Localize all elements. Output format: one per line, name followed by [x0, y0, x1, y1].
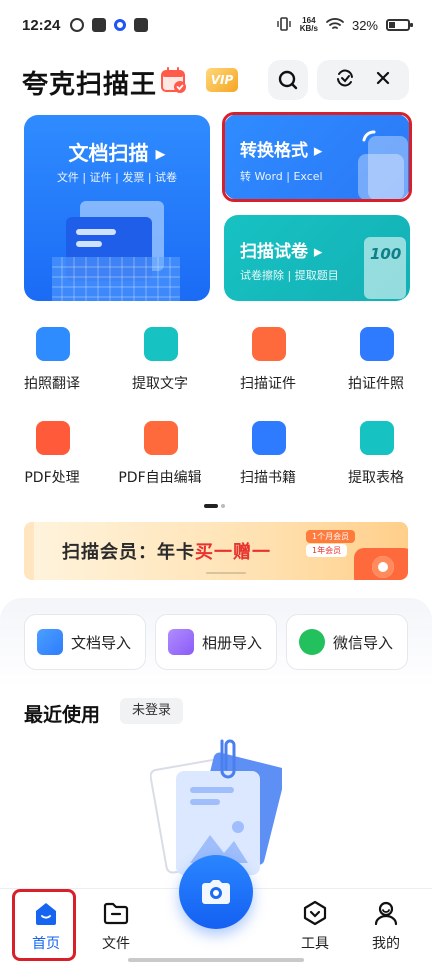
tools-icon [303, 900, 327, 926]
empty-state-illustration [149, 735, 286, 875]
tiktok-notification-icon [134, 18, 149, 32]
nav-mine[interactable]: 我的 [356, 895, 416, 955]
exam-sheet-score: 100 [370, 245, 402, 263]
shortcut-icon[interactable] [334, 67, 356, 93]
exam-sheet-illustration: 100 [364, 237, 406, 299]
tool-item[interactable]: 扫描书籍 [216, 421, 320, 501]
tool-label: 提取表格 [348, 470, 404, 486]
tool-item[interactable]: PDF处理 [0, 421, 104, 501]
translate-icon [36, 327, 70, 361]
status-bar: 12:24 164 KB/s 32% [0, 0, 432, 50]
check-in-calendar-icon[interactable] [160, 66, 188, 94]
nav-mine-label: 我的 [372, 936, 400, 952]
tool-label: 扫描书籍 [240, 470, 296, 486]
battery-percent: 32% [351, 17, 378, 33]
search-icon [278, 70, 298, 90]
wechat-import-icon [299, 629, 325, 655]
wechat-import-button[interactable]: 微信导入 [286, 614, 408, 670]
nav-tools-label: 工具 [301, 936, 329, 952]
tool-label: 扫描证件 [240, 376, 296, 392]
recent-title: 最近使用 [24, 704, 101, 726]
status-time: 12:24 [22, 16, 61, 34]
album-import-button[interactable]: 相册导入 [155, 614, 277, 670]
nav-tools[interactable]: 工具 [285, 895, 345, 955]
nav-home-highlight [12, 889, 76, 961]
tools-pager [204, 504, 226, 508]
banner-indicator [206, 572, 246, 574]
home-indicator [128, 958, 304, 962]
app-title: 夸克扫描王 [22, 70, 158, 100]
vip-badge[interactable]: VIP [206, 68, 238, 92]
id-photo-icon [360, 327, 394, 361]
wifi-icon [326, 17, 344, 34]
pdf-edit-icon [144, 421, 178, 455]
app-header: 夸克扫描王 VIP [0, 52, 432, 108]
tool-label: PDF自由编辑 [118, 470, 202, 486]
tool-label: 拍证件照 [348, 376, 404, 392]
doc-import-button[interactable]: 文档导入 [24, 614, 146, 670]
wechat-import-label: 微信导入 [333, 633, 394, 652]
id-card-icon [252, 327, 286, 361]
status-right: 164 KB/s 32% [276, 16, 413, 35]
book-icon [252, 421, 286, 455]
table-extract-icon [360, 421, 394, 455]
tool-item[interactable]: 拍证件照 [324, 327, 428, 407]
exam-scan-card[interactable]: 扫描试卷 ▸ 试卷擦除 | 提取题目 100 [224, 215, 410, 301]
doc-scan-subtitle: 文件 | 证件 | 发票 | 试卷 [56, 171, 178, 184]
tool-item[interactable]: PDF自由编辑 [108, 421, 212, 501]
miniapp-capsule [317, 60, 409, 100]
tool-item[interactable]: 拍照翻译 [0, 327, 104, 407]
status-notification-icons [70, 18, 149, 32]
tool-item[interactable]: 扫描证件 [216, 327, 320, 407]
banner-text: 扫描会员：年卡买一赠一 [62, 542, 271, 563]
document-import-icon [37, 629, 63, 655]
banner-chip-month: 1个月会员 [306, 530, 356, 543]
nav-files-label: 文件 [102, 936, 130, 952]
vibrate-icon [276, 16, 292, 35]
document-clip-icon [149, 739, 286, 875]
convert-format-highlight [222, 112, 412, 202]
text-extract-icon [144, 327, 178, 361]
net-speed: 164 KB/s [299, 16, 318, 33]
wechat-notification-icon [92, 18, 107, 32]
quark-notification-icon [114, 19, 127, 31]
tool-label: 提取文字 [132, 376, 188, 392]
not-logged-in-tag[interactable]: 未登录 [120, 698, 184, 724]
exam-scan-subtitle: 试卷擦除 | 提取题目 [240, 269, 339, 282]
tool-label: 拍照翻译 [24, 376, 80, 392]
tool-item[interactable]: 提取表格 [324, 421, 428, 501]
album-import-icon [168, 629, 194, 655]
pdf-icon [36, 421, 70, 455]
profile-icon [374, 901, 398, 926]
notification-app-icon [70, 18, 85, 32]
tool-item[interactable]: 提取文字 [108, 327, 212, 407]
folder-icon [103, 902, 129, 925]
tool-label: PDF处理 [24, 470, 80, 486]
search-button[interactable] [268, 60, 308, 100]
exam-scan-title: 扫描试卷 ▸ [240, 242, 323, 262]
doc-import-label: 文档导入 [71, 633, 132, 652]
battery-icon [386, 19, 413, 31]
camera-scan-button[interactable] [179, 855, 253, 929]
close-icon[interactable] [374, 69, 392, 91]
document-illustration-icon [52, 201, 180, 301]
album-import-label: 相册导入 [202, 633, 263, 652]
camera-icon [202, 880, 230, 904]
membership-banner[interactable]: 扫描会员：年卡买一赠一 1个月会员 1年会员 [24, 522, 408, 580]
nav-files[interactable]: 文件 [86, 895, 146, 955]
banner-camera-illustration [354, 548, 408, 580]
doc-scan-card[interactable]: 文档扫描 ▸ 文件 | 证件 | 发票 | 试卷 [24, 115, 210, 301]
banner-chip-year: 1年会员 [306, 544, 348, 557]
doc-scan-title: 文档扫描 ▸ [68, 141, 166, 165]
